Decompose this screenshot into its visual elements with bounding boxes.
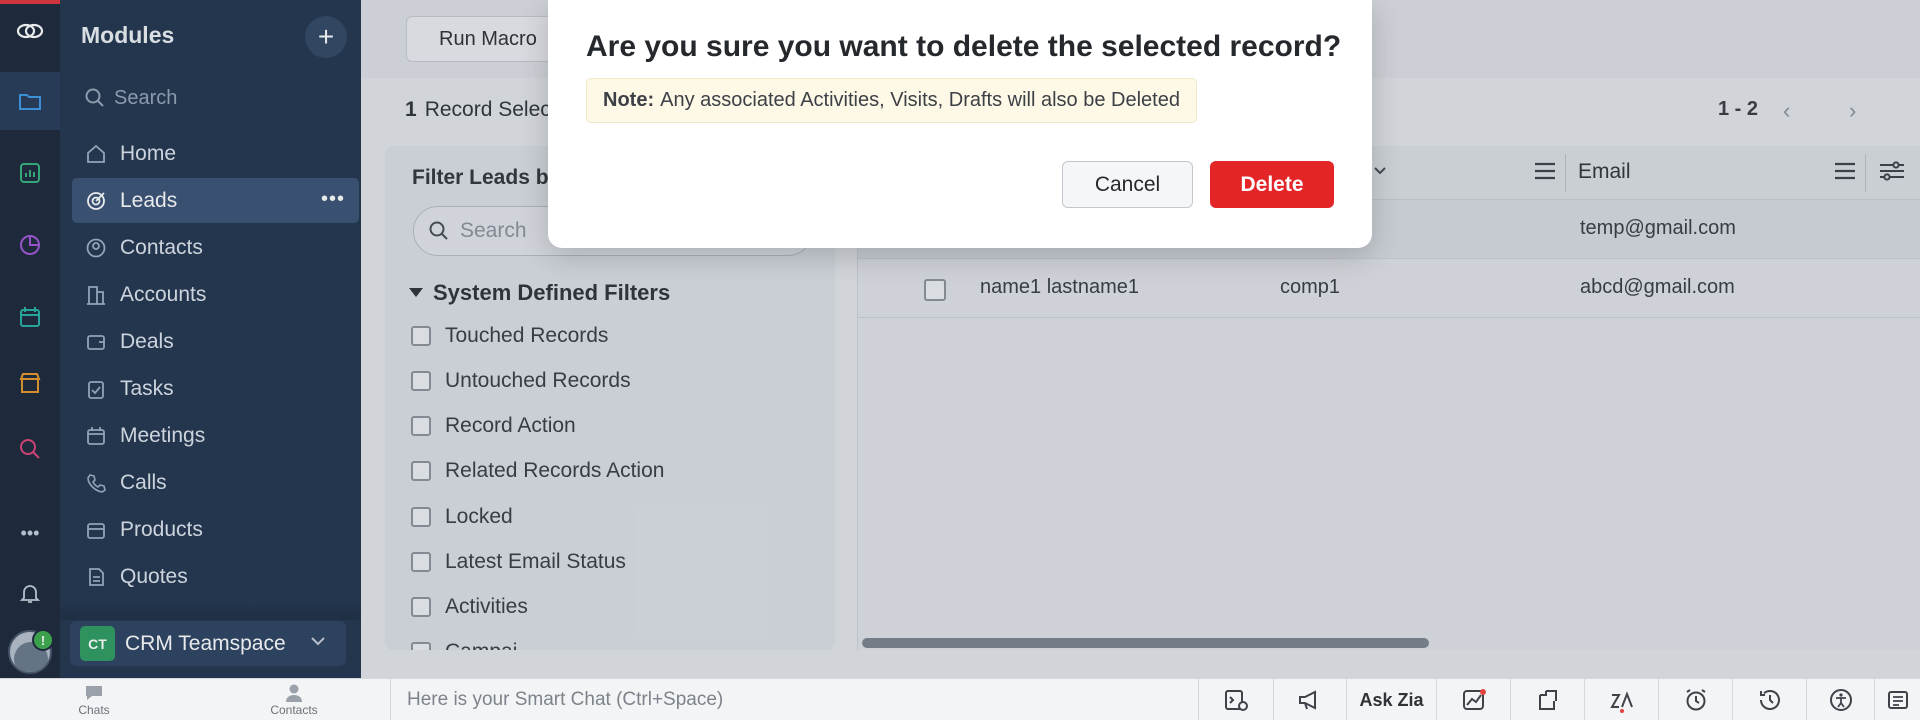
contacts-tab[interactable]: Contacts [249,683,339,717]
note-label: Note: [603,89,655,111]
chat-bubble-icon [86,686,102,700]
insights-chart-icon[interactable] [1436,679,1510,720]
chats-label: Chats [78,703,110,717]
recent-history-icon[interactable] [1732,679,1806,720]
announcement-megaphone-icon[interactable] [1273,679,1346,720]
ask-zia-button[interactable]: Ask Zia [1346,679,1436,720]
note-text: Any associated Activities, Visits, Draft… [660,89,1180,111]
mass-action-icon[interactable] [1198,679,1273,720]
contact-person-icon [286,684,302,702]
accessibility-icon[interactable] [1806,679,1874,720]
chats-tab[interactable]: Chats [49,683,139,717]
share-record-icon[interactable] [1510,679,1584,720]
zia-assistant-icon[interactable] [1584,679,1658,720]
bottom-bar: Chats Contacts Ask Zia [0,678,1920,720]
delete-button[interactable]: Delete [1210,161,1334,208]
smart-chat-input[interactable] [407,689,1107,711]
smart-chat-bar[interactable] [390,679,1198,720]
contacts-label: Contacts [270,703,318,717]
cancel-button[interactable]: Cancel [1062,161,1193,208]
dialog-note: Note: Any associated Activities, Visits, … [586,78,1197,123]
alarm-clock-icon[interactable] [1658,679,1732,720]
dialog-title: Are you sure you want to delete the sele… [586,30,1342,63]
delete-confirmation-dialog: Are you sure you want to delete the sele… [548,0,1372,248]
settings-panel-icon[interactable] [1874,679,1920,720]
